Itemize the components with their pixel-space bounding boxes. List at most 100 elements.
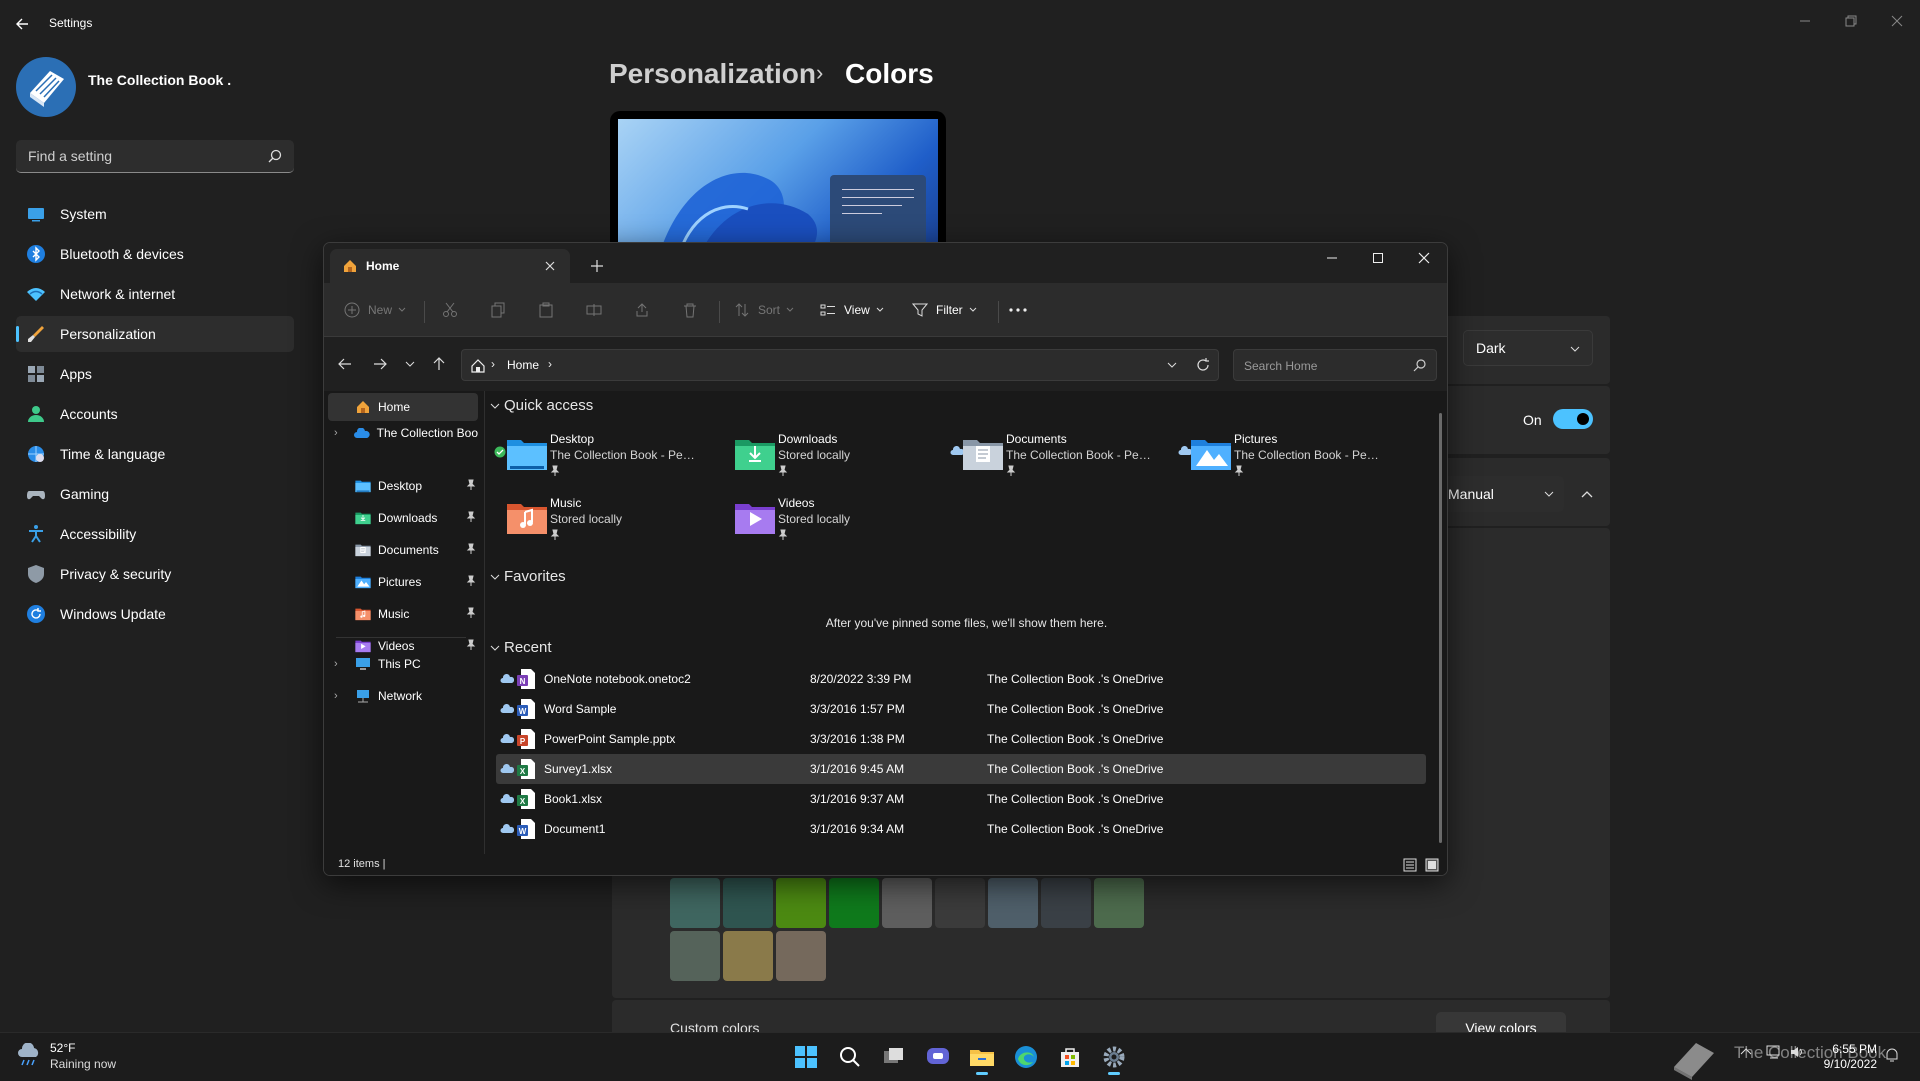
vertical-scrollbar[interactable] [1439,413,1442,843]
copy-button[interactable] [490,295,506,325]
view-button[interactable]: View [820,295,884,325]
quick-access-videos[interactable]: Videos Stored locally [722,492,947,548]
color-swatch[interactable] [723,878,773,928]
accent-dropdown[interactable]: Manual [1440,476,1564,512]
nav-item-gaming[interactable]: Gaming [16,476,294,512]
accent-collapse-button[interactable] [1570,476,1604,512]
nav-forward-button[interactable] [369,354,391,374]
cut-button[interactable] [442,295,458,325]
nav-item-apps[interactable]: Apps [16,356,294,392]
weather-widget[interactable] [16,1043,42,1067]
explorer-search-box[interactable] [1233,349,1437,381]
tree-item-this-pc[interactable]: › This PC [328,650,478,678]
nav-item-accessibility[interactable]: Accessibility [16,516,294,552]
back-button[interactable] [10,12,36,36]
clock-date[interactable]: 9/10/2022 [1792,1057,1877,1071]
new-button[interactable]: New [344,295,406,325]
nav-item-windows-update[interactable]: Windows Update [16,596,294,632]
expand-chevron-icon[interactable]: › [334,658,348,670]
settings-app-button[interactable] [1096,1039,1132,1075]
explorer-maximize-button[interactable] [1355,243,1401,273]
teams-chat-button[interactable] [920,1039,956,1075]
task-view-button[interactable] [876,1039,912,1075]
color-swatch[interactable] [670,931,720,981]
new-tab-button[interactable] [588,257,606,275]
avatar[interactable] [16,57,76,117]
filter-button[interactable]: Filter [912,295,977,325]
recent-row[interactable]: W Document1 3/1/2016 9:34 AM The Collection… [496,814,1426,844]
clock-time[interactable]: 6:55 PM [1792,1042,1877,1056]
nav-item-privacy-security[interactable]: Privacy & security [16,556,294,592]
color-swatch[interactable] [882,878,932,928]
color-swatch[interactable] [829,878,879,928]
address-crumb-home[interactable]: Home [507,358,539,372]
quick-access-header[interactable]: Quick access [490,397,593,414]
color-swatch[interactable] [723,931,773,981]
breadcrumb-parent[interactable]: Personalization [609,58,816,90]
tree-item-onedrive[interactable]: › The Collection Boo [328,419,478,447]
minimize-button[interactable] [1782,6,1828,36]
weather-temperature[interactable]: 52°F [50,1041,75,1055]
close-button[interactable] [1874,6,1920,36]
edge-button[interactable] [1008,1039,1044,1075]
explorer-minimize-button[interactable] [1309,243,1355,273]
nav-item-personalization[interactable]: Personalization [16,316,294,352]
rename-button[interactable] [586,295,602,325]
start-button[interactable] [788,1039,824,1075]
tree-item-downloads[interactable]: Downloads [328,504,478,532]
tree-item-desktop[interactable]: Desktop [328,472,478,500]
nav-item-bluetooth-devices[interactable]: Bluetooth & devices [16,236,294,272]
nav-item-system[interactable]: System [16,196,294,232]
nav-item-network-internet[interactable]: Network & internet [16,276,294,312]
color-swatch[interactable] [1041,878,1091,928]
mode-dropdown[interactable]: Dark [1463,330,1593,366]
favorites-header[interactable]: Favorites [490,568,566,585]
tree-item-network[interactable]: › Network [328,682,478,710]
expand-chevron-icon[interactable]: › [334,690,348,702]
nav-back-button[interactable] [334,354,356,374]
address-bar[interactable]: › Home › [461,349,1219,381]
taskbar-search-button[interactable] [832,1039,868,1075]
sort-button[interactable]: Sort [734,295,794,325]
recent-row[interactable]: N OneNote notebook.onetoc2 8/20/2022 3:39 … [496,664,1426,694]
recent-row[interactable]: X Survey1.xlsx 3/1/2016 9:45 AM The Collect… [496,754,1426,784]
explorer-close-button[interactable] [1401,243,1447,273]
find-setting-box[interactable] [16,140,294,173]
nav-item-time-language[interactable]: Time & language [16,436,294,472]
recent-row[interactable]: X Book1.xlsx 3/1/2016 9:37 AM The Collectio… [496,784,1426,814]
quick-access-documents[interactable]: Documents The Collection Book - Per... [950,428,1175,484]
network-tray-icon[interactable] [1766,1045,1782,1059]
show-hidden-icons-button[interactable] [1740,1047,1752,1055]
restore-button[interactable] [1828,6,1874,36]
color-swatch[interactable] [988,878,1038,928]
quick-access-downloads[interactable]: Downloads Stored locally [722,428,947,484]
tiles-view-button[interactable] [1425,858,1439,872]
search-input[interactable] [26,147,250,165]
nav-item-accounts[interactable]: Accounts [16,396,294,432]
recent-row[interactable]: P PowerPoint Sample.pptx 3/3/2016 1:38 PM T… [496,724,1426,754]
search-icon[interactable] [1413,359,1426,372]
quick-access-music[interactable]: Music Stored locally [494,492,719,548]
recent-row[interactable]: W Word Sample 3/3/2016 1:57 PM The Collecti… [496,694,1426,724]
weather-condition[interactable]: Raining now [50,1057,116,1071]
color-swatch[interactable] [670,878,720,928]
address-history-button[interactable] [1167,361,1177,369]
quick-access-pictures[interactable]: Pictures The Collection Book - Per... [1178,428,1403,484]
details-view-button[interactable] [1403,858,1417,872]
tab-home[interactable]: Home [330,249,570,283]
delete-button[interactable] [682,295,698,325]
nav-up-button[interactable] [428,354,450,374]
tree-item-music[interactable]: Music [328,600,478,628]
quick-access-desktop[interactable]: Desktop The Collection Book - Per... [494,428,719,484]
color-swatch[interactable] [776,931,826,981]
recent-locations-button[interactable] [399,354,421,374]
share-button[interactable] [634,295,650,325]
refresh-button[interactable] [1196,358,1210,372]
tree-item-pictures[interactable]: Pictures [328,568,478,596]
search-icon[interactable] [268,149,282,163]
color-swatch[interactable] [935,878,985,928]
tree-item-documents[interactable]: Documents [328,536,478,564]
expand-chevron-icon[interactable]: › [334,427,347,439]
more-options-button[interactable] [1008,295,1028,325]
store-button[interactable] [1052,1039,1088,1075]
